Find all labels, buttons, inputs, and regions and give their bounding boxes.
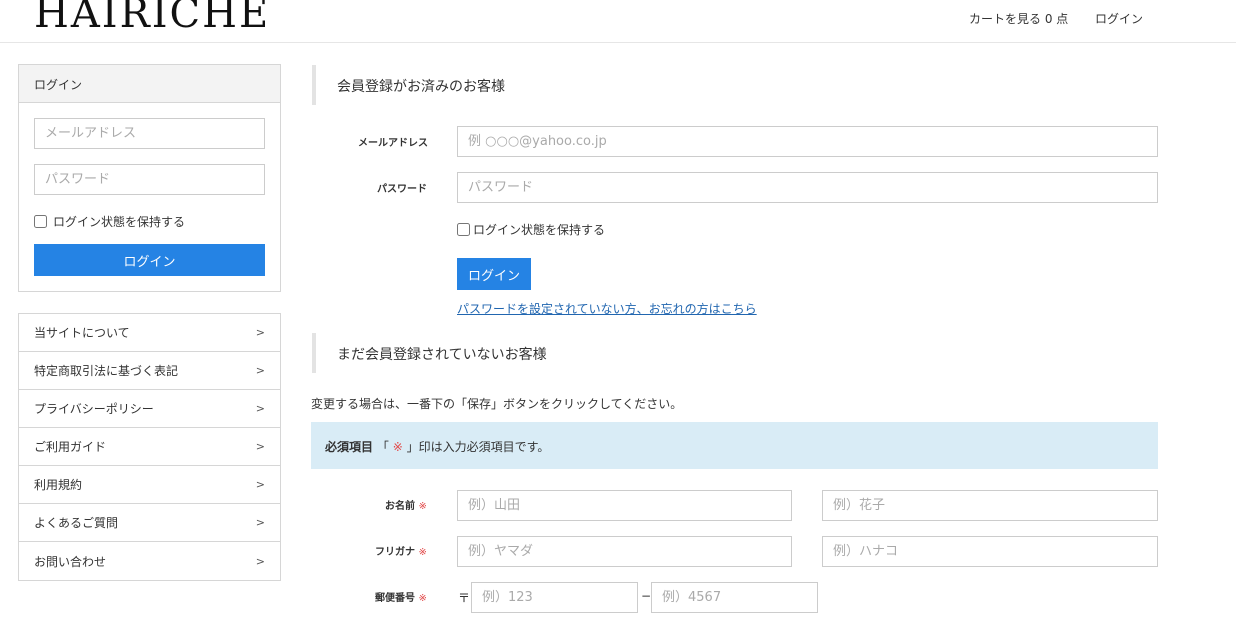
chevron-right-icon: > bbox=[255, 402, 265, 415]
remember-checkbox[interactable] bbox=[457, 223, 470, 236]
remember-login[interactable]: ログイン状態を保持する bbox=[457, 221, 605, 238]
required-notice-box: 必須項目 「 ※ 」印は入力必須項目です。 bbox=[311, 422, 1158, 469]
chevron-right-icon: > bbox=[255, 440, 265, 453]
remember-label: ログイン状態を保持する bbox=[473, 223, 606, 237]
password-label: パスワード bbox=[377, 184, 427, 195]
sidebar-item-label: 当サイトについて bbox=[34, 326, 130, 340]
chevron-right-icon: > bbox=[255, 554, 265, 568]
save-notice: 変更する場合は、一番下の「保存」ボタンをクリックしてください。 bbox=[311, 397, 683, 411]
sidebar-item-about[interactable]: 当サイトについて > bbox=[19, 314, 280, 352]
kana-last-field[interactable] bbox=[457, 536, 792, 567]
site-logo[interactable]: HAIRICHE bbox=[34, 0, 270, 36]
sidebar-item-privacy[interactable]: プライバシーポリシー > bbox=[19, 390, 280, 428]
sidebar-item-contact[interactable]: お問い合わせ > bbox=[19, 542, 280, 580]
required-title: 必須項目 bbox=[325, 440, 374, 454]
kana-first-field[interactable] bbox=[822, 536, 1158, 567]
sidebar-item-guide[interactable]: ご利用ガイド > bbox=[19, 428, 280, 466]
required-open: 「 bbox=[376, 440, 389, 454]
sidebar-item-label: ご利用ガイド bbox=[34, 440, 107, 454]
sidebar-login-title: ログイン bbox=[19, 65, 280, 103]
first-name-field[interactable] bbox=[822, 490, 1158, 521]
email-label: メールアドレス bbox=[358, 138, 428, 149]
member-login-heading: 会員登録がお済みのお客様 bbox=[312, 65, 1158, 105]
email-field[interactable] bbox=[457, 126, 1158, 157]
sidebar-login-button[interactable]: ログイン bbox=[34, 244, 265, 276]
sidebar-remember[interactable]: ログイン状態を保持する bbox=[34, 213, 185, 230]
forgot-password-link[interactable]: パスワードを設定されていない方、お忘れの方はこちら bbox=[457, 300, 757, 317]
postal-mark-icon: 〒 bbox=[458, 591, 471, 605]
register-heading: まだ会員登録されていないお客様 bbox=[312, 333, 1158, 373]
zip1-field[interactable] bbox=[471, 582, 638, 613]
zip-dash: − bbox=[641, 589, 652, 603]
sidebar-remember-checkbox[interactable] bbox=[34, 215, 47, 228]
kana-label: フリガナ ※ bbox=[375, 547, 427, 558]
login-button[interactable]: ログイン bbox=[457, 258, 531, 290]
site-header: HAIRICHE カートを見る 0 点 ログイン bbox=[0, 0, 1236, 43]
name-label: お名前 ※ bbox=[385, 501, 427, 512]
password-field[interactable] bbox=[457, 172, 1158, 203]
sidebar-item-legal[interactable]: 特定商取引法に基づく表記 > bbox=[19, 352, 280, 390]
sidebar-email-input[interactable] bbox=[34, 118, 265, 149]
sidebar-nav: 当サイトについて > 特定商取引法に基づく表記 > プライバシーポリシー > ご… bbox=[18, 313, 281, 581]
sidebar-item-label: 特定商取引法に基づく表記 bbox=[34, 364, 179, 378]
sidebar-item-faq[interactable]: よくあるご質問 > bbox=[19, 504, 280, 542]
cart-link[interactable]: カートを見る 0 点 bbox=[969, 10, 1068, 27]
sidebar-item-label: よくあるご質問 bbox=[34, 516, 119, 530]
header-login-link[interactable]: ログイン bbox=[1095, 10, 1143, 27]
chevron-right-icon: > bbox=[255, 478, 265, 491]
sidebar-password-input[interactable] bbox=[34, 164, 265, 195]
sidebar-login-box: ログイン ログイン状態を保持する ログイン bbox=[18, 64, 281, 292]
sidebar-item-label: 利用規約 bbox=[34, 478, 83, 492]
sidebar-remember-label: ログイン状態を保持する bbox=[53, 215, 186, 229]
sidebar-item-label: お問い合わせ bbox=[34, 554, 107, 569]
zip-label: 郵便番号 ※ bbox=[375, 593, 427, 604]
chevron-right-icon: > bbox=[255, 364, 265, 377]
chevron-right-icon: > bbox=[255, 516, 265, 529]
sidebar-item-label: プライバシーポリシー bbox=[34, 402, 154, 416]
zip2-field[interactable] bbox=[651, 582, 818, 613]
required-text: 」印は入力必須項目です。 bbox=[406, 440, 550, 454]
last-name-field[interactable] bbox=[457, 490, 792, 521]
chevron-right-icon: > bbox=[255, 326, 265, 339]
required-mark: ※ bbox=[392, 440, 403, 454]
sidebar-item-terms[interactable]: 利用規約 > bbox=[19, 466, 280, 504]
